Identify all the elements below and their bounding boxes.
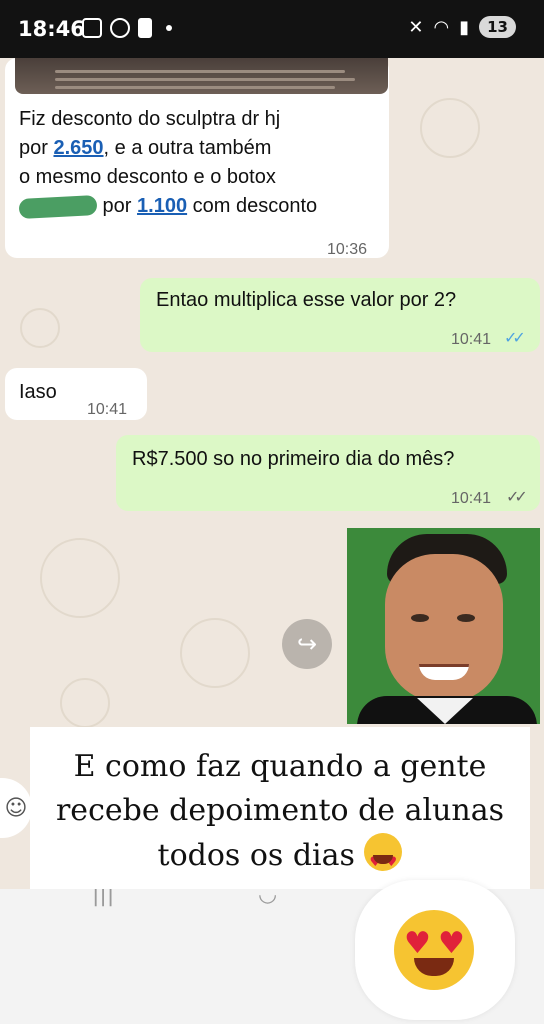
story-caption: E como faz quando a gente recebe depoime… xyxy=(30,727,530,889)
message-text-part: , e a outra também xyxy=(103,137,272,159)
status-system-icons: ✕ ◠ ▮ 13 xyxy=(408,16,516,38)
message-text-part: por xyxy=(19,137,54,159)
heart-eyes-reaction-icon[interactable]: ♥ ♥ xyxy=(394,910,474,990)
whatsapp-icon xyxy=(110,18,130,38)
message-text: Iaso xyxy=(19,381,57,403)
quoted-text-line xyxy=(55,70,345,73)
wallpaper-doodle xyxy=(40,538,120,618)
price-link[interactable]: 1.100 xyxy=(137,195,187,217)
alert-icon xyxy=(138,18,152,38)
wifi-icon: ◠ xyxy=(433,16,450,38)
wallpaper-doodle xyxy=(420,98,480,158)
wallpaper-doodle xyxy=(60,678,110,728)
photo-smile xyxy=(419,664,469,680)
caption-line: recebe depoimento de alunas xyxy=(55,793,505,828)
read-ticks-icon: ✓✓ xyxy=(504,330,526,347)
photo-eye xyxy=(457,614,475,622)
caption-line: E como faz quando a gente xyxy=(73,749,487,784)
quoted-text-line xyxy=(55,86,335,89)
message-line: o mesmo desconto e o botox xyxy=(19,166,276,188)
wallpaper-doodle xyxy=(20,308,60,348)
message-time: 10:41 xyxy=(87,401,128,418)
message-line: Fiz desconto do sculptra dr hj xyxy=(19,108,281,130)
signal-icon: ▮ xyxy=(459,16,470,38)
message-text: Fiz desconto do sculptra dr hj por 2.650… xyxy=(18,105,387,221)
message-text: R$7.500 so no primeiro dia do mês? xyxy=(132,448,455,470)
heart-icon: ♥ xyxy=(404,926,431,961)
wallpaper-doodle xyxy=(180,618,250,688)
photo-eye xyxy=(411,614,429,622)
delivered-ticks-icon: ✓✓ xyxy=(506,489,528,506)
photo-face xyxy=(385,554,503,702)
photo-message[interactable] xyxy=(347,528,540,724)
status-notification-icons xyxy=(82,18,172,38)
screenshot-icon xyxy=(82,18,102,38)
message-text-part: com desconto xyxy=(187,195,318,217)
smile-mouth xyxy=(414,958,454,976)
incoming-message[interactable]: Fiz desconto do sculptra dr hj por 2.650… xyxy=(5,58,389,258)
mute-icon: ✕ xyxy=(408,16,424,38)
incoming-message[interactable]: Iaso 10:41 xyxy=(5,368,147,420)
outgoing-message[interactable]: R$7.500 so no primeiro dia do mês? 10:41… xyxy=(116,435,540,511)
message-line: por 1.100 com desconto xyxy=(18,192,387,221)
quoted-text-line xyxy=(55,78,355,81)
message-text: Entao multiplica esse valor por 2? xyxy=(156,289,457,311)
message-time: 10:41 xyxy=(451,490,492,507)
sticker-icon: ☺ xyxy=(4,795,28,821)
heart-icon: ♥ xyxy=(438,926,465,961)
notification-count-badge: 13 xyxy=(479,16,516,38)
caption-line: todos os dias ♥ ♥ xyxy=(30,833,530,878)
more-notifications-dot-icon xyxy=(166,25,172,31)
message-text-part: por xyxy=(97,195,138,217)
heart-eyes-emoji-icon: ♥ ♥ xyxy=(364,833,403,871)
message-time: 10:41 xyxy=(451,331,492,348)
message-line: por 2.650, e a outra também xyxy=(19,134,387,163)
price-link[interactable]: 2.650 xyxy=(53,137,103,159)
caption-text: todos os dias xyxy=(157,838,355,873)
forward-icon[interactable]: ↪ xyxy=(282,619,332,669)
quoted-image-preview[interactable] xyxy=(15,58,388,94)
outgoing-message[interactable]: Entao multiplica esse valor por 2? 10:41… xyxy=(140,278,540,352)
status-time: 18:46 xyxy=(18,17,85,41)
message-time: 10:36 xyxy=(327,241,368,258)
redaction-scribble xyxy=(18,194,98,219)
status-bar: 18:46 ✕ ◠ ▮ 13 xyxy=(0,0,544,58)
